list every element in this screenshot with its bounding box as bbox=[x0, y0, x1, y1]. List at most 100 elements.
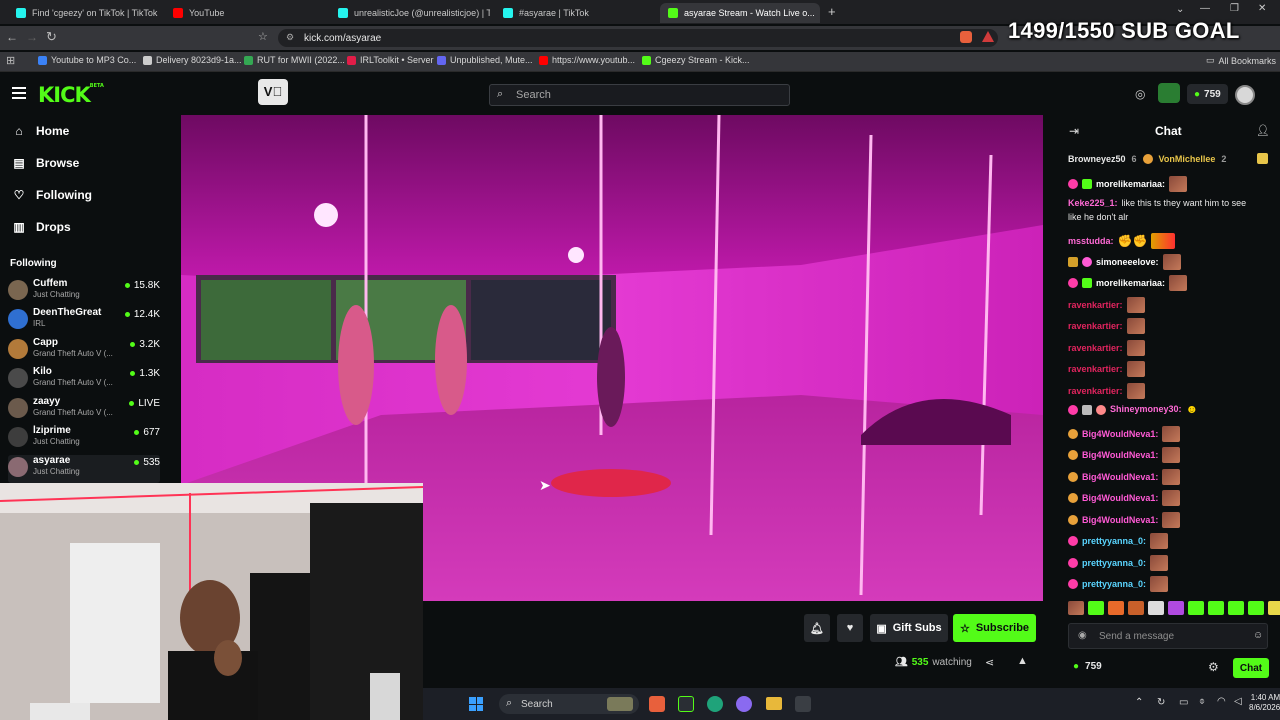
chat-username[interactable]: Big4WouldNeva1: bbox=[1082, 429, 1158, 440]
chat-username[interactable]: msstudda: bbox=[1068, 236, 1114, 247]
browser-tab-active[interactable]: asyarae Stream - Watch Live o... ✕ bbox=[660, 3, 820, 23]
bookmark-item[interactable]: Delivery 8023d9-1a... bbox=[143, 55, 242, 65]
chat-username[interactable]: prettyyanna_0: bbox=[1082, 558, 1146, 569]
minimize-icon[interactable]: — bbox=[1200, 3, 1210, 14]
chat-kicks-balance[interactable]: ● 759 bbox=[1073, 661, 1102, 672]
share-icon[interactable]: ⋖ bbox=[985, 656, 994, 669]
forward-icon[interactable]: → bbox=[26, 30, 38, 44]
wifi-icon[interactable]: ◠ bbox=[1217, 696, 1226, 707]
discord-icon[interactable] bbox=[736, 696, 752, 712]
chat-username[interactable]: Big4WouldNeva1: bbox=[1082, 472, 1158, 483]
volume-icon[interactable]: ◁ bbox=[1234, 696, 1242, 707]
followed-channel[interactable]: Capp Grand Theft Auto V (... 3.2K bbox=[8, 337, 160, 365]
microphone-icon[interactable]: ⌽ bbox=[1199, 696, 1205, 707]
followed-channel[interactable]: Cuffem Just Chatting 15.8K bbox=[8, 278, 160, 306]
collapse-chat-icon[interactable]: ⇥ bbox=[1069, 124, 1079, 138]
notifications-icon[interactable]: ◎ bbox=[1135, 87, 1145, 101]
report-icon[interactable]: ▲ bbox=[1017, 655, 1028, 667]
gift-subs-button[interactable]: ▣ Gift Subs bbox=[870, 614, 948, 642]
tab-search-icon[interactable]: ⌄ bbox=[1176, 4, 1184, 15]
chat-username[interactable]: Shineymoney30: bbox=[1110, 404, 1182, 415]
follow-button[interactable]: ♥ bbox=[837, 614, 863, 642]
bookmark-item[interactable]: https://www.youtub... bbox=[539, 55, 635, 65]
reload-icon[interactable]: ↻ bbox=[46, 29, 57, 45]
followed-channel[interactable]: Kilo Grand Theft Auto V (... 1.3K bbox=[8, 366, 160, 394]
followed-channel-active[interactable]: asyarae Just Chatting 535 bbox=[8, 455, 160, 483]
emote-icon[interactable] bbox=[1128, 601, 1144, 615]
chat-message-input[interactable]: ◉ Send a message ☺ bbox=[1068, 623, 1268, 649]
emote-icon[interactable] bbox=[1188, 601, 1204, 615]
tray-sync-icon[interactable]: ↻ bbox=[1157, 697, 1165, 708]
emoji-picker-icon[interactable]: ☺ bbox=[1253, 630, 1263, 641]
site-info-icon[interactable]: ⚙ bbox=[286, 32, 294, 43]
bookmark-item[interactable]: IRLToolkit • Server bbox=[347, 55, 434, 65]
edge-icon[interactable] bbox=[707, 696, 723, 712]
taskbar-clock[interactable]: 1:40 AM 8/6/2026 bbox=[1249, 693, 1280, 713]
chat-settings-gear-icon[interactable]: ⚙ bbox=[1208, 660, 1219, 674]
avatar[interactable] bbox=[1235, 85, 1255, 105]
sidebar-item-drops[interactable]: ▥ Drops bbox=[12, 220, 70, 234]
followed-channel[interactable]: zaayy Grand Theft Auto V (... LIVE bbox=[8, 396, 160, 424]
back-icon[interactable]: ← bbox=[6, 30, 18, 44]
emote-icon[interactable] bbox=[1108, 601, 1124, 615]
file-explorer-icon[interactable] bbox=[766, 697, 782, 710]
notifications-bell-button[interactable]: 🔔︎ bbox=[804, 614, 830, 642]
chat-username[interactable]: Big4WouldNeva1: bbox=[1082, 515, 1158, 526]
rewards-icon[interactable] bbox=[982, 31, 994, 42]
kicks-balance-button[interactable]: ● 759 bbox=[1187, 84, 1228, 104]
emote-icon[interactable] bbox=[1168, 601, 1184, 615]
bookmark-item[interactable]: Youtube to MP3 Co... bbox=[38, 55, 136, 65]
emote-icon[interactable] bbox=[1208, 601, 1224, 615]
chat-username[interactable]: ravenkartier: bbox=[1068, 300, 1123, 311]
chat-username[interactable]: Keke225_1: bbox=[1068, 198, 1118, 209]
emote-icon[interactable] bbox=[1248, 601, 1264, 615]
emote-icon[interactable] bbox=[1268, 601, 1280, 615]
subscribe-button[interactable]: ☆ Subscribe bbox=[953, 614, 1036, 642]
taskbar-search-input[interactable]: ⌕ Search bbox=[499, 694, 639, 714]
kick-logo[interactable]: KICKBETA bbox=[38, 83, 104, 107]
url-field[interactable]: ⚙ kick.com/asyarae bbox=[278, 29, 998, 47]
followed-channel[interactable]: lziprime Just Chatting 677 bbox=[8, 425, 160, 453]
bookmark-item[interactable]: RUT for MWII (2022... bbox=[244, 55, 345, 65]
emote-icon[interactable] bbox=[1228, 601, 1244, 615]
chat-username[interactable]: simoneeelove: bbox=[1096, 257, 1159, 268]
store-icon[interactable] bbox=[1158, 83, 1180, 103]
all-bookmarks-button[interactable]: ▭ All Bookmarks bbox=[1206, 55, 1276, 66]
bookmark-item[interactable]: Cgeezy Stream - Kick... bbox=[642, 55, 750, 65]
search-input[interactable]: ⌕ Search bbox=[489, 84, 790, 106]
menu-icon[interactable] bbox=[12, 87, 26, 99]
extension-logo-icon[interactable]: V⃞ bbox=[258, 79, 288, 105]
windows-start-icon[interactable] bbox=[469, 697, 483, 711]
emote-icon[interactable] bbox=[1148, 601, 1164, 615]
terminal-icon[interactable] bbox=[795, 696, 811, 712]
browser-tab-2[interactable]: YouTube bbox=[165, 3, 325, 23]
chat-username[interactable]: prettyyanna_0: bbox=[1082, 536, 1146, 547]
brave-shield-icon[interactable] bbox=[960, 31, 972, 43]
sidebar-item-home[interactable]: ⌂ Home bbox=[12, 124, 69, 138]
browser-tab-1[interactable]: Find 'cgeezy' on TikTok | TikTok Sear... bbox=[8, 3, 158, 23]
chat-users-icon[interactable]: 👤︎ bbox=[1256, 124, 1270, 137]
chat-username[interactable]: ravenkartier: bbox=[1068, 343, 1123, 354]
chat-username[interactable]: Big4WouldNeva1: bbox=[1082, 493, 1158, 504]
emote-icon[interactable] bbox=[1088, 601, 1104, 615]
tray-device-icon[interactable]: ▭ bbox=[1179, 697, 1188, 708]
bookmark-star-icon[interactable]: ☆ bbox=[258, 30, 268, 43]
chat-username[interactable]: ravenkartier: bbox=[1068, 364, 1123, 375]
send-chat-button[interactable]: Chat bbox=[1233, 658, 1269, 678]
browser-tab-3[interactable]: unrealisticJoe (@unrealisticjoe) | TikT.… bbox=[330, 3, 490, 23]
chat-username[interactable]: prettyyanna_0: bbox=[1082, 579, 1146, 590]
chat-username[interactable]: Big4WouldNeva1: bbox=[1082, 450, 1158, 461]
sidebar-item-browse[interactable]: ▤ Browse bbox=[12, 156, 79, 170]
apps-grid-icon[interactable]: ⊞ bbox=[6, 54, 15, 67]
maximize-icon[interactable]: ❐ bbox=[1230, 3, 1239, 14]
chat-username[interactable]: ravenkartier: bbox=[1068, 321, 1123, 332]
taskbar-app-icon[interactable] bbox=[678, 696, 694, 712]
brave-browser-icon[interactable] bbox=[649, 696, 665, 712]
bookmark-item[interactable]: Unpublished, Mute... bbox=[437, 55, 533, 65]
chat-settings-shield-icon[interactable]: ◉ bbox=[1078, 630, 1087, 641]
sidebar-item-following[interactable]: ♡ Following bbox=[12, 188, 92, 202]
followed-channel[interactable]: DeenTheGreat IRL 12.4K bbox=[8, 307, 160, 335]
browser-tab-4[interactable]: #asyarae | TikTok bbox=[495, 3, 655, 23]
chat-username[interactable]: morelikemariaa: bbox=[1096, 179, 1165, 190]
chat-username[interactable]: ravenkartier: bbox=[1068, 386, 1123, 397]
